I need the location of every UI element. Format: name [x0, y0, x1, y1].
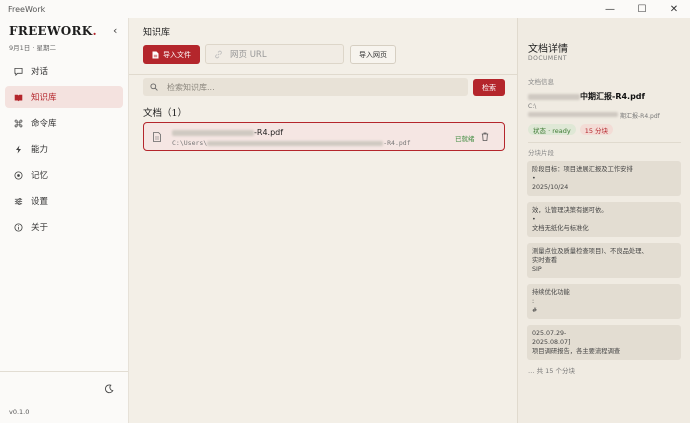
document-detail-panel: 文档详情 DOCUMENT 文档信息 中期汇报-R4.pdf C:\ 期汇报-R… — [517, 18, 690, 423]
sidebar-item-abilities[interactable]: 能力 — [5, 138, 123, 160]
sidebar: FREEWORK. ‹ 9月1日 · 星期二 对话 知识库 命令库 能力 记忆 … — [0, 18, 129, 423]
sidebar-item-memory[interactable]: 记忆 — [5, 164, 123, 186]
url-input[interactable]: 网页 URL — [205, 44, 344, 64]
document-card[interactable]: -R4.pdf C:\Users\ -R4.pdf 已就绪 — [143, 122, 505, 151]
sidebar-item-label: 能力 — [31, 145, 49, 155]
trash-icon[interactable] — [481, 132, 489, 141]
lightning-icon — [13, 144, 23, 154]
sidebar-nav: 对话 知识库 命令库 能力 记忆 设置 关于 — [5, 60, 123, 242]
panel-title: 文档详情 — [528, 44, 568, 55]
brand-logo: FREEWORK. — [9, 24, 98, 38]
sidebar-item-chat[interactable]: 对话 — [5, 60, 123, 82]
sidebar-item-label: 对话 — [31, 67, 49, 77]
search-placeholder: 检索知识库... — [167, 82, 215, 92]
panel-subtitle: DOCUMENT — [528, 55, 568, 62]
knowledge-search-input[interactable]: 检索知识库... — [143, 78, 468, 96]
maximize-button[interactable]: ☐ — [626, 0, 658, 18]
import-file-label: 导入文件 — [163, 50, 191, 59]
chat-icon — [13, 66, 23, 76]
chunk-item[interactable]: 效，让管理决策有据可依。 • 文档无纸化与标准化 — [527, 202, 681, 237]
sidebar-item-commands[interactable]: 命令库 — [5, 112, 123, 134]
file-icon — [152, 51, 159, 58]
redacted-text — [528, 111, 618, 118]
sidebar-item-label: 命令库 — [31, 119, 57, 129]
import-web-button[interactable]: 导入网页 — [350, 45, 396, 64]
sidebar-item-about[interactable]: 关于 — [5, 216, 123, 238]
doc-info-label: 文档信息 — [528, 78, 554, 86]
sidebar-item-label: 知识库 — [31, 93, 57, 103]
document-icon — [153, 132, 161, 142]
chunks-more-label: … 共 15 个分块 — [528, 367, 575, 375]
chunk-item[interactable]: 持续优化功能: # — [527, 284, 681, 319]
sliders-icon — [13, 196, 23, 206]
redacted-text — [207, 140, 384, 146]
main-divider — [129, 74, 517, 75]
info-icon — [13, 222, 23, 232]
theme-toggle-moon-icon[interactable] — [104, 384, 114, 396]
sidebar-item-knowledge[interactable]: 知识库 — [5, 86, 123, 108]
sidebar-item-label: 记忆 — [31, 171, 49, 181]
documents-heading: 文档（1） — [143, 108, 188, 119]
link-icon — [215, 50, 222, 58]
url-placeholder: 网页 URL — [230, 50, 267, 60]
redacted-text — [528, 93, 580, 100]
title-bar: FreeWork — ☐ ✕ — [0, 0, 690, 18]
redacted-text — [172, 129, 254, 136]
memory-icon — [13, 170, 23, 180]
window-controls: — ☐ ✕ — [594, 0, 690, 18]
sidebar-item-label: 设置 — [31, 197, 49, 207]
book-icon — [13, 92, 23, 102]
sidebar-item-label: 关于 — [31, 223, 49, 233]
collapse-sidebar-icon[interactable]: ‹ — [113, 24, 117, 37]
search-button[interactable]: 检索 — [473, 79, 505, 96]
version-label: v0.1.0 — [9, 408, 30, 416]
command-icon — [13, 118, 23, 128]
sidebar-item-settings[interactable]: 设置 — [5, 190, 123, 212]
document-name: -R4.pdf — [172, 128, 283, 137]
chunk-item[interactable]: 测量点位及质量检查项目)、不良品处理、 实时查看 SIP — [527, 243, 681, 278]
sidebar-divider — [0, 371, 128, 372]
detail-doc-path: C:\ 期汇报-R4.pdf — [528, 103, 660, 120]
close-button[interactable]: ✕ — [658, 0, 690, 18]
chunk-item[interactable]: 阶段目标：项目进展汇报及工作安排 • 2025/10/24 — [527, 161, 681, 196]
import-file-button[interactable]: 导入文件 — [143, 45, 200, 64]
knowledge-main: 知识库 导入文件 网页 URL 导入网页 检索知识库... 检索 文档（1） -… — [129, 18, 517, 423]
minimize-button[interactable]: — — [594, 0, 626, 18]
detail-doc-name: 中期汇报-R4.pdf — [528, 91, 645, 102]
document-status: 已就绪 — [455, 135, 475, 143]
chunk-count-badge: 15 分块 — [579, 124, 614, 135]
doc-tags: 状态 · ready 15 分块 — [528, 124, 617, 135]
date-label: 9月1日 · 星期二 — [9, 44, 56, 52]
document-path: C:\Users\ -R4.pdf — [172, 139, 411, 147]
chunks-label: 分块片段 — [528, 149, 554, 157]
panel-divider — [528, 142, 681, 143]
window-title: FreeWork — [8, 4, 46, 14]
search-icon — [150, 83, 158, 91]
status-badge: 状态 · ready — [528, 124, 576, 135]
page-title: 知识库 — [143, 28, 171, 38]
chunk-item[interactable]: 025.07.29- 2025.08.07] 项目调研报告，各主要流程调查 — [527, 325, 681, 360]
